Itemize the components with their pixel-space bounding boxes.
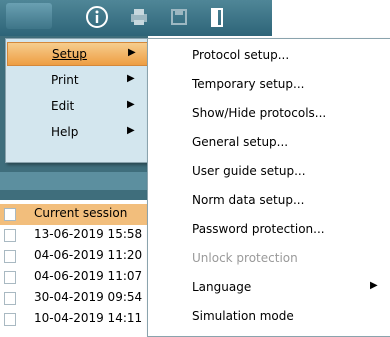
- save-icon[interactable]: [166, 4, 192, 30]
- checkbox[interactable]: [4, 313, 16, 326]
- checkbox[interactable]: [4, 208, 16, 221]
- table-row[interactable]: 30-04-2019 09:54: [0, 288, 150, 309]
- exit-icon[interactable]: [204, 4, 230, 30]
- session-date: 10-04-2019 14:11: [34, 311, 143, 325]
- session-date: 04-06-2019 11:07: [34, 269, 143, 283]
- submenu-item-label: Password protection...: [192, 222, 325, 236]
- chevron-right-icon: ▶: [370, 280, 378, 291]
- submenu-item-label: Norm data setup...: [192, 193, 305, 207]
- checkbox[interactable]: [4, 271, 16, 284]
- submenu-item-label: Temporary setup...: [192, 77, 305, 91]
- submenu-item-label: Protocol setup...: [192, 48, 290, 62]
- chevron-right-icon: ▶: [127, 99, 135, 110]
- menu-item-label: Edit: [51, 99, 75, 113]
- submenu-item-label: General setup...: [192, 135, 289, 149]
- submenu-item-simulation-mode[interactable]: Simulation mode: [148, 303, 389, 329]
- submenu-item-show-hide-protocols[interactable]: Show/Hide protocols...: [148, 100, 389, 126]
- main-menu-button[interactable]: [6, 3, 52, 29]
- submenu-item-general-setup[interactable]: General setup...: [148, 129, 389, 155]
- setup-submenu: Protocol setup... Temporary setup... Sho…: [147, 38, 390, 337]
- checkbox[interactable]: [4, 229, 16, 242]
- chevron-right-icon: ▶: [128, 47, 136, 58]
- toolbar: [0, 0, 272, 36]
- submenu-item-label: Language: [192, 280, 252, 294]
- submenu-item-user-guide-setup[interactable]: User guide setup...: [148, 158, 389, 184]
- submenu-item-protocol-setup[interactable]: Protocol setup...: [148, 42, 389, 68]
- print-icon[interactable]: [126, 4, 152, 30]
- submenu-item-norm-data-setup[interactable]: Norm data setup...: [148, 187, 389, 213]
- main-menu: Setup ▶ Print ▶ Edit ▶ Help ▶: [5, 38, 150, 163]
- submenu-item-label: Simulation mode: [192, 309, 294, 323]
- menu-item-help[interactable]: Help ▶: [7, 121, 148, 145]
- chevron-right-icon: ▶: [127, 73, 135, 84]
- submenu-item-label: User guide setup...: [192, 164, 306, 178]
- session-header-row[interactable]: Current session: [0, 204, 150, 225]
- menu-item-edit[interactable]: Edit ▶: [7, 95, 148, 119]
- checkbox[interactable]: [4, 250, 16, 263]
- session-date: 30-04-2019 09:54: [34, 290, 143, 304]
- session-header-label: Current session: [34, 206, 128, 220]
- submenu-item-temporary-setup[interactable]: Temporary setup...: [148, 71, 389, 97]
- info-icon[interactable]: [84, 4, 110, 30]
- submenu-item-password-protection[interactable]: Password protection...: [148, 216, 389, 242]
- session-date: 13-06-2019 15:58: [34, 227, 143, 241]
- table-row[interactable]: 13-06-2019 15:58: [0, 225, 150, 246]
- menu-item-print[interactable]: Print ▶: [7, 69, 148, 93]
- session-list: Current session 13-06-2019 15:58 04-06-2…: [0, 200, 150, 335]
- menu-item-label: Setup: [52, 47, 87, 61]
- chevron-right-icon: ▶: [127, 125, 135, 136]
- checkbox[interactable]: [4, 292, 16, 305]
- submenu-item-language[interactable]: Language ▶: [148, 274, 389, 300]
- menu-item-label: Help: [51, 125, 79, 139]
- panel-separator: [0, 172, 148, 190]
- session-date: 04-06-2019 11:20: [34, 248, 143, 262]
- submenu-item-label: Show/Hide protocols...: [192, 106, 327, 120]
- submenu-item-unlock-protection: Unlock protection: [148, 245, 389, 271]
- table-row[interactable]: 10-04-2019 14:11: [0, 309, 150, 330]
- table-row[interactable]: 04-06-2019 11:07: [0, 267, 150, 288]
- menu-item-setup[interactable]: Setup ▶: [7, 42, 148, 66]
- menu-item-label: Print: [51, 73, 79, 87]
- table-row[interactable]: 04-06-2019 11:20: [0, 246, 150, 267]
- submenu-item-label: Unlock protection: [192, 251, 298, 265]
